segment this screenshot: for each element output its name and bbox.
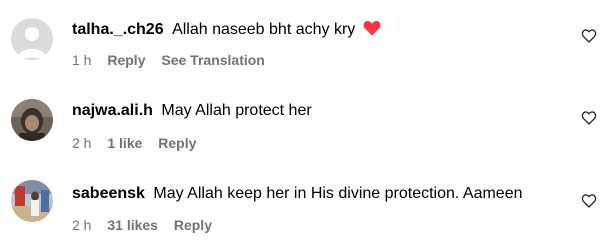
comment-time: 2 h [72,135,92,151]
likes-count[interactable]: 1 like [107,135,142,151]
avatar[interactable] [11,18,53,60]
comment-text: Allah naseeb bht achy kry [172,21,356,38]
comment-meta: 2 h 31 likes Reply [72,216,224,234]
like-heart-icon[interactable] [581,193,597,209]
comment-username[interactable]: talha._.ch26 [72,21,164,38]
comment-time: 1 h [72,52,92,68]
comment-meta: 2 h 1 like Reply [72,134,208,152]
comment-meta: 1 h Reply See Translation [72,51,277,69]
user-photo-icon [11,99,53,141]
comment-username[interactable]: najwa.ali.h [72,102,153,119]
avatar[interactable] [11,99,53,141]
default-avatar-icon [11,18,53,60]
likes-count[interactable]: 31 likes [107,217,158,233]
avatar[interactable] [11,180,53,222]
reply-button[interactable]: Reply [174,217,212,233]
like-heart-icon[interactable] [581,110,597,126]
like-heart-icon[interactable] [581,28,597,44]
comment-text: May Allah protect her [161,102,312,119]
user-photo-icon [11,180,53,222]
reply-button[interactable]: Reply [158,135,196,151]
red-heart-icon [363,20,381,42]
comment-line: talha._.ch26 Allah naseeb bht achy kry [72,20,381,42]
comment-text: May Allah keep her in His divine protect… [153,185,523,202]
reply-button[interactable]: Reply [107,52,145,68]
see-translation-button[interactable]: See Translation [161,52,264,68]
comment-time: 2 h [72,217,92,233]
comment-username[interactable]: sabeensk [72,185,145,202]
comment-line: sabeensk May Allah keep her in His divin… [72,184,522,204]
comment-line: najwa.ali.h May Allah protect her [72,101,312,121]
